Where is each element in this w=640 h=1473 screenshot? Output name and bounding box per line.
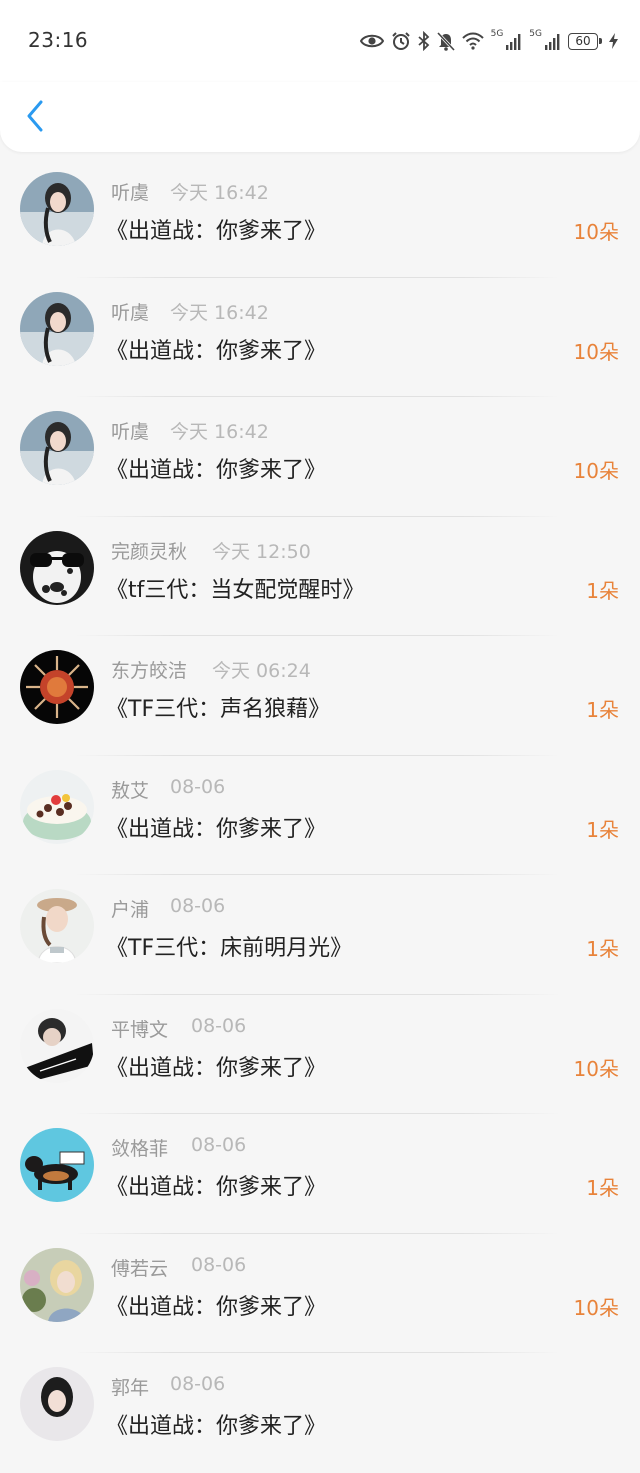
signal-icon bbox=[506, 32, 522, 50]
book-title: 《tf三代：当女配觉醒时》 bbox=[106, 577, 365, 603]
signal-label-1: 5G bbox=[490, 29, 504, 39]
gift-amount: 10朵 bbox=[573, 339, 619, 364]
gift-amount: 1朵 bbox=[586, 937, 619, 961]
battery-icon: 60 bbox=[568, 32, 602, 50]
gift-amount: 10朵 bbox=[573, 1056, 619, 1081]
gift-amount: 1朵 bbox=[586, 698, 619, 722]
sender-name: 平博文 bbox=[111, 1018, 169, 1041]
book-title: 《出道战：你爹来了》 bbox=[106, 1175, 327, 1200]
book-title: 《出道战：你爹来了》 bbox=[106, 338, 327, 364]
eye-icon bbox=[359, 33, 384, 49]
avatar[interactable] bbox=[20, 769, 94, 844]
gift-amount: 1朵 bbox=[586, 578, 619, 603]
gift-amount: 1朵 bbox=[586, 817, 619, 842]
timestamp: 08-06 bbox=[191, 1253, 247, 1276]
gift-amount: 10朵 bbox=[573, 1295, 619, 1320]
book-title: 《出道战：你爹来了》 bbox=[106, 219, 327, 244]
battery-level: 60 bbox=[575, 34, 591, 48]
avatar[interactable] bbox=[20, 1008, 94, 1083]
avatar[interactable] bbox=[20, 889, 94, 963]
book-title: 《出道战：你爹来了》 bbox=[106, 1055, 327, 1081]
timestamp: 08-06 bbox=[191, 1134, 247, 1156]
gift-amount: 1朵 bbox=[586, 1176, 619, 1200]
avatar[interactable] bbox=[20, 291, 94, 366]
list-item[interactable]: 户浦 08-06 《TF三代：床前明月光》 1朵 bbox=[0, 875, 640, 995]
book-title: 《TF三代：声名狼藉》 bbox=[106, 697, 331, 722]
timestamp: 今天 16:42 bbox=[170, 421, 269, 443]
book-title: 《出道战：你爹来了》 bbox=[106, 1414, 327, 1439]
timestamp: 08-06 bbox=[170, 895, 226, 917]
list-item[interactable]: 平博文 08-06 《出道战：你爹来了》 10朵 bbox=[0, 995, 640, 1114]
list-item[interactable]: 听虞 今天 16:42 《出道战：你爹来了》 10朵 bbox=[0, 278, 640, 397]
gift-list: 听虞 今天 16:42 《出道战：你爹来了》 10朵 听虞 今天 16:42 《… bbox=[0, 158, 640, 1473]
list-item[interactable]: 完颜灵秋 今天 12:50 《tf三代：当女配觉醒时》 1朵 bbox=[0, 517, 640, 636]
avatar[interactable] bbox=[20, 530, 94, 605]
chevron-left-icon bbox=[26, 100, 44, 136]
avatar[interactable] bbox=[20, 172, 94, 246]
book-title: 《TF三代：床前明月光》 bbox=[106, 936, 353, 961]
list-item[interactable]: 郭年 08-06 《出道战：你爹来了》 bbox=[0, 1353, 640, 1473]
avatar[interactable] bbox=[20, 650, 94, 724]
list-item[interactable]: 听虞 今天 16:42 《出道战：你爹来了》 10朵 bbox=[0, 158, 640, 278]
timestamp: 今天 12:50 bbox=[212, 540, 311, 563]
avatar[interactable] bbox=[20, 1367, 94, 1441]
gift-amount: 10朵 bbox=[573, 459, 619, 483]
wifi-icon bbox=[461, 32, 484, 50]
timestamp: 08-06 bbox=[170, 775, 226, 798]
sender-name: 郭年 bbox=[111, 1377, 150, 1399]
alarm-icon bbox=[391, 31, 411, 51]
signal-icon bbox=[545, 32, 561, 50]
status-time: 23:16 bbox=[28, 28, 89, 52]
avatar[interactable] bbox=[20, 1128, 94, 1202]
avatar[interactable] bbox=[20, 1247, 94, 1322]
timestamp: 今天 06:24 bbox=[212, 660, 311, 682]
sender-name: 户浦 bbox=[111, 899, 150, 921]
header bbox=[0, 82, 640, 152]
sender-name: 完颜灵秋 bbox=[111, 540, 188, 563]
gift-amount: 10朵 bbox=[573, 220, 619, 244]
timestamp: 今天 16:42 bbox=[170, 182, 269, 204]
bluetooth-icon bbox=[417, 31, 430, 51]
back-button[interactable] bbox=[20, 100, 50, 136]
bell-off-icon bbox=[436, 31, 455, 51]
sender-name: 敛格菲 bbox=[111, 1138, 169, 1160]
timestamp: 08-06 bbox=[191, 1014, 247, 1037]
avatar[interactable] bbox=[20, 411, 94, 485]
book-title: 《出道战：你爹来了》 bbox=[106, 1294, 327, 1320]
status-icons: 5G 5G 60 bbox=[359, 29, 618, 52]
sender-name: 听虞 bbox=[111, 301, 150, 324]
list-item[interactable]: 敖艾 08-06 《出道战：你爹来了》 1朵 bbox=[0, 756, 640, 875]
sender-name: 听虞 bbox=[111, 182, 150, 204]
timestamp: 今天 16:42 bbox=[170, 301, 269, 324]
signal-label-2: 5G bbox=[529, 29, 542, 39]
timestamp: 08-06 bbox=[170, 1373, 226, 1395]
book-title: 《出道战：你爹来了》 bbox=[106, 816, 327, 842]
list-item[interactable]: 敛格菲 08-06 《出道战：你爹来了》 1朵 bbox=[0, 1114, 640, 1234]
sender-name: 傅若云 bbox=[111, 1257, 169, 1280]
list-item[interactable]: 东方皎洁 今天 06:24 《TF三代：声名狼藉》 1朵 bbox=[0, 636, 640, 756]
book-title: 《出道战：你爹来了》 bbox=[106, 458, 327, 483]
charging-icon bbox=[609, 33, 618, 49]
status-bar: 23:16 5G 5G 60 bbox=[0, 0, 640, 82]
list-item[interactable]: 听虞 今天 16:42 《出道战：你爹来了》 10朵 bbox=[0, 397, 640, 517]
list-item[interactable]: 傅若云 08-06 《出道战：你爹来了》 10朵 bbox=[0, 1234, 640, 1353]
sender-name: 东方皎洁 bbox=[111, 660, 188, 682]
sender-name: 听虞 bbox=[111, 421, 150, 443]
sender-name: 敖艾 bbox=[111, 779, 150, 802]
